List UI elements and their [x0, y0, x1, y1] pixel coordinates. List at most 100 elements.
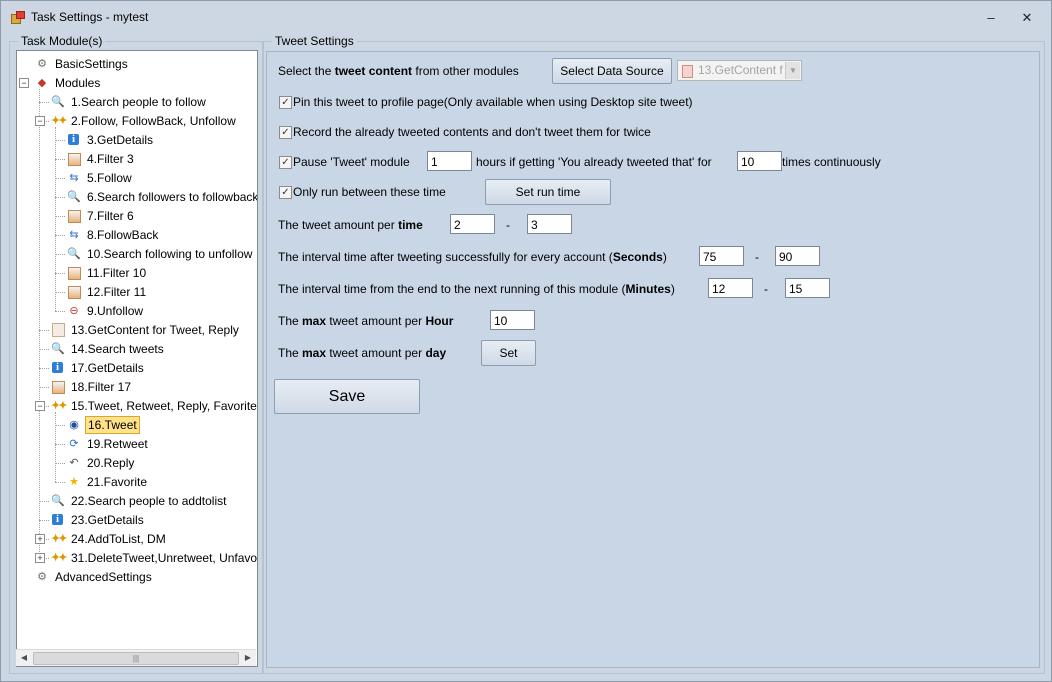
select-data-source-button[interactable]: Select Data Source	[552, 58, 672, 84]
interval-success-min-input[interactable]: 75	[699, 246, 744, 266]
filter-icon	[68, 286, 81, 299]
chevron-down-icon[interactable]: ▼	[785, 62, 800, 79]
max-per-hour-input[interactable]: 10	[490, 310, 535, 330]
tree-node-label: 8.FollowBack	[87, 228, 159, 242]
tree-node-label: 23.GetDetails	[71, 513, 144, 527]
task-modules-legend: Task Module(s)	[18, 34, 106, 48]
tweet-amount-max-input[interactable]: 3	[527, 214, 572, 234]
search-icon: 🔍	[67, 248, 81, 260]
set-max-per-day-button[interactable]: Set	[481, 340, 536, 366]
follow-icon: ⇆	[69, 229, 79, 241]
record-tweeted-label: Record the already tweeted contents and …	[293, 125, 651, 139]
tree-expander-1[interactable]: −	[19, 78, 29, 88]
tree-node-label: Modules	[55, 76, 101, 90]
tree-expander-3[interactable]: −	[35, 116, 45, 126]
people-icon: ✦✦	[51, 533, 67, 545]
star-icon: ★	[69, 476, 79, 488]
gear-icon: ⚙	[37, 58, 47, 70]
save-button[interactable]: Save	[274, 379, 420, 414]
interval-next-run-label: The interval time from the end to the ne…	[278, 282, 675, 296]
scroll-thumb[interactable]: |||	[33, 652, 239, 665]
reply-icon: ↶	[69, 457, 79, 469]
tree-node-label: AdvancedSettings	[55, 570, 152, 584]
tweet-amount-label: The tweet amount per time	[278, 218, 423, 232]
tree-node-label: 7.Filter 6	[87, 209, 134, 223]
search-icon: 🔍	[51, 343, 65, 355]
tweet-settings-legend: Tweet Settings	[272, 34, 357, 48]
tree-node-label: BasicSettings	[55, 57, 128, 71]
tree-node-label: 11.Filter 10	[87, 266, 147, 280]
people-icon: ✦✦	[51, 115, 67, 127]
search-icon: 🔍	[67, 191, 81, 203]
set-run-time-button[interactable]: Set run time	[485, 179, 611, 205]
max-per-hour-label: The max tweet amount per Hour	[278, 314, 454, 328]
tree-horizontal-scrollbar[interactable]: ◀ ||| ▶	[16, 649, 256, 666]
pause-hours-label: hours if getting 'You already tweeted th…	[476, 155, 712, 169]
tweet-amount-min-input[interactable]: 2	[450, 214, 495, 234]
info-icon: i	[52, 514, 63, 525]
interval-next-run-min-input[interactable]: 12	[708, 278, 753, 298]
info-icon: i	[68, 134, 79, 145]
scroll-right-arrow-icon[interactable]: ▶	[240, 650, 256, 666]
scroll-left-arrow-icon[interactable]: ◀	[16, 650, 32, 666]
run-between-label: Only run between these time	[293, 185, 446, 199]
module-tree[interactable]: − − − + + ⚙ BasicSettings ◆ Modules 🔍 1.Search peo…	[16, 50, 258, 667]
close-button[interactable]: ✕	[1013, 7, 1041, 29]
max-per-day-label: The max tweet amount per day	[278, 346, 447, 360]
tree-node-label: 18.Filter 17	[71, 380, 132, 394]
tree-node-label: 15.Tweet, Retweet, Reply, Favorite	[71, 399, 257, 413]
tree-expander-18[interactable]: −	[35, 401, 45, 411]
tweet-icon: ◉	[69, 419, 79, 431]
follow-icon: ⇆	[69, 172, 79, 184]
tree-node-label: 2.Follow, FollowBack, Unfollow	[71, 114, 236, 128]
content-icon	[52, 323, 65, 337]
minimize-button[interactable]: ‒	[977, 7, 1005, 29]
app-icon	[11, 11, 25, 24]
filter-icon	[68, 210, 81, 223]
pin-tweet-label: Pin this tweet to profile page(Only avai…	[293, 95, 693, 109]
info-icon: i	[52, 362, 63, 373]
pause-hours-input[interactable]: 1	[427, 151, 472, 171]
people-icon: ✦✦	[51, 552, 67, 564]
content-source-icon	[682, 65, 693, 78]
window-title: Task Settings - mytest	[31, 10, 149, 24]
run-between-checkbox[interactable]: ✓	[279, 186, 292, 199]
pause-times-label: times continuously	[782, 155, 881, 169]
tree-node-label: 16.Tweet	[85, 416, 140, 434]
tweet-amount-separator: -	[506, 218, 510, 232]
tree-node-label: 5.Follow	[87, 171, 132, 185]
pin-tweet-checkbox[interactable]: ✓	[279, 96, 292, 109]
data-source-value: 13.GetContent f	[698, 63, 783, 77]
interval-success-label: The interval time after tweeting success…	[278, 250, 667, 264]
gear-icon: ⚙	[37, 571, 47, 583]
tree-node-label: 9.Unfollow	[87, 304, 144, 318]
tree-node-label: 21.Favorite	[87, 475, 148, 489]
pause-times-input[interactable]: 10	[737, 151, 782, 171]
tree-node-label: 6.Search followers to followback	[87, 190, 258, 204]
tree-expander-25[interactable]: +	[35, 534, 45, 544]
interval-success-separator: -	[755, 250, 759, 264]
tree-node-label: 10.Search following to unfollow	[87, 247, 253, 261]
tree-node-label: 4.Filter 3	[87, 152, 134, 166]
tree-node-label: 22.Search people to addtolist	[71, 494, 227, 508]
filter-icon	[68, 153, 81, 166]
select-content-label: Select the tweet content from other modu…	[278, 64, 519, 78]
people-icon: ✦✦	[51, 400, 67, 412]
pause-module-label: Pause 'Tweet' module	[293, 155, 410, 169]
tree-node-label: 14.Search tweets	[71, 342, 164, 356]
search-icon: 🔍	[51, 495, 65, 507]
interval-success-max-input[interactable]: 90	[775, 246, 820, 266]
tree-node-label: 17.GetDetails	[71, 361, 144, 375]
data-source-combo[interactable]: 13.GetContent f ▼	[677, 60, 802, 81]
pause-module-checkbox[interactable]: ✓	[279, 156, 292, 169]
tree-node-label: 12.Filter 11	[87, 285, 147, 299]
tree-node-label: 20.Reply	[87, 456, 135, 470]
title-bar: Task Settings - mytest ‒ ✕	[1, 1, 1051, 33]
tree-node-label: 24.AddToList, DM	[71, 532, 166, 546]
interval-next-run-separator: -	[764, 282, 768, 296]
modules-icon: ◆	[37, 77, 47, 89]
record-tweeted-checkbox[interactable]: ✓	[279, 126, 292, 139]
interval-next-run-max-input[interactable]: 15	[785, 278, 830, 298]
tree-node-label: 19.Retweet	[87, 437, 148, 451]
tree-expander-26[interactable]: +	[35, 553, 45, 563]
